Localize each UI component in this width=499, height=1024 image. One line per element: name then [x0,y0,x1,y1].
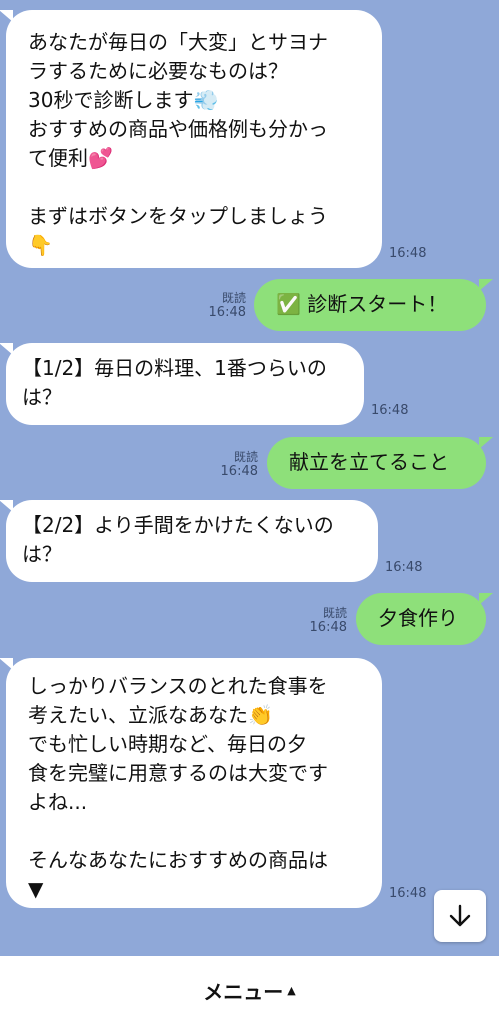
message-text: 【1/2】毎日の料理、1番つらいの は？ [22,356,327,409]
read-receipt: 既読 16:48 [309,606,347,635]
read-receipt: 既読 16:48 [208,291,246,320]
message-text: 【2/2】より手間をかけたくないの は？ [22,513,334,566]
message-time: 16:48 [385,560,423,575]
outgoing-message[interactable]: 献立を立てること [267,437,493,489]
caret-up-icon: ▲ [287,983,296,997]
arrow-down-icon [449,904,471,927]
read-receipt: 既読 16:48 [220,450,258,479]
message-time: 16:48 [371,403,409,418]
incoming-message[interactable]: しっかりバランスのとれた食事を 考えたい、立派なあなた👏 でも忙しい時期など、毎… [0,658,382,908]
menu-label[interactable]: メニュー [203,976,283,1005]
incoming-message[interactable]: 【2/2】より手間をかけたくないの は？ [0,500,378,582]
message-text: あなたが毎日の「大変」とサヨナ ラするために必要なものは？ 30秒で診断します💨… [28,30,328,257]
message-text: 夕食作り [378,606,458,630]
outgoing-message[interactable]: ✅ 診断スタート！ [254,279,493,331]
message-time: 16:48 [389,886,427,901]
incoming-message[interactable]: あなたが毎日の「大変」とサヨナ ラするために必要なものは？ 30秒で診断します💨… [0,10,382,268]
message-text: 献立を立てること [289,450,449,474]
message-text: しっかりバランスのとれた食事を 考えたい、立派なあなた👏 でも忙しい時期など、毎… [28,674,328,901]
outgoing-message[interactable]: 夕食作り [356,593,493,645]
incoming-message[interactable]: 【1/2】毎日の料理、1番つらいの は？ [0,343,364,425]
message-time: 16:48 [389,246,427,261]
message-text: ✅ 診断スタート！ [276,292,448,316]
scroll-to-bottom-button[interactable] [434,890,486,942]
menu-bar[interactable]: メニュー ▲ [0,956,499,1024]
